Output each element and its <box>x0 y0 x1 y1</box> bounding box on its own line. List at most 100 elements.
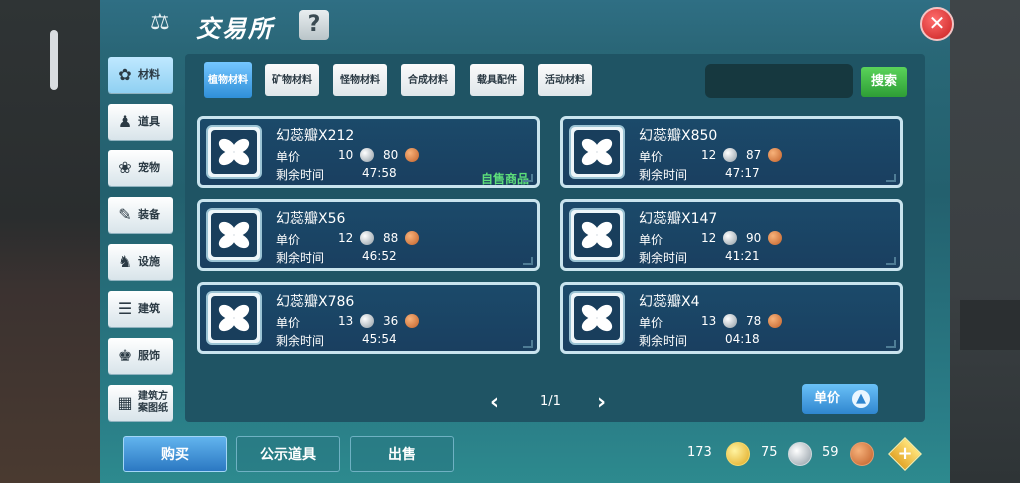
item-name: 幻蕊瓣X147 <box>639 211 718 227</box>
window-title: 交易所 <box>196 15 274 43</box>
subtab-2[interactable]: 怪物材料 <box>333 64 387 96</box>
price-label: 单价 <box>276 150 301 164</box>
price-copper: 80 <box>383 148 399 162</box>
time-left-value: 45:54 <box>362 332 397 346</box>
sidebar-item-6[interactable]: ♚ 服饰 <box>108 338 173 374</box>
time-left-label: 剩余时间 <box>276 334 325 348</box>
price-copper: 88 <box>383 231 399 245</box>
sort-arrow-icon: ▲ <box>852 390 870 408</box>
item-name: 幻蕊瓣X850 <box>639 128 718 144</box>
background-scroll-handle <box>50 30 58 90</box>
search-button[interactable]: 搜索 <box>861 67 907 97</box>
item-name: 幻蕊瓣X786 <box>276 294 355 310</box>
price-silver: 12 <box>701 231 717 245</box>
prev-page-button[interactable]: ‹ <box>490 390 499 415</box>
time-left-value: 04:18 <box>725 332 760 346</box>
sidebar-item-label: 装备 <box>138 208 160 221</box>
price-label: 单价 <box>639 316 664 330</box>
item-name: 幻蕊瓣X4 <box>639 294 700 310</box>
exchange-window: ⚖ 交易所 ? ✕ ✿ 材料 ♟ 道具 ❀ 宠物 ✎ 装备 ♞ 设施 ☰ 建筑 ♚ 服饰 ▦ 建筑方案图纸 植… <box>100 0 954 483</box>
background-block <box>960 300 1020 350</box>
listing-panel: 植物材料 矿物材料 怪物材料 合成材料 载具配件 活动材料 搜索 幻蕊瓣X212 单价 10 8… <box>185 54 925 422</box>
plus-icon: + <box>897 443 913 464</box>
subtab-1[interactable]: 矿物材料 <box>265 64 319 96</box>
price-label: 单价 <box>639 233 664 247</box>
sidebar-item-label: 服饰 <box>138 349 160 362</box>
buy-button[interactable]: 购买 <box>123 436 227 472</box>
corner-mark <box>886 257 896 265</box>
sidebar-item-1[interactable]: ♟ 道具 <box>108 104 173 140</box>
item-thumbnail <box>569 125 625 179</box>
equipment-icon: ✎ <box>118 205 132 224</box>
time-left-label: 剩余时间 <box>276 168 325 182</box>
next-page-button[interactable]: › <box>597 390 606 415</box>
silver-coin-icon <box>788 442 812 466</box>
subtab-5[interactable]: 活动材料 <box>538 64 592 96</box>
copper-coin-icon <box>768 231 782 245</box>
public-items-button[interactable]: 公示道具 <box>236 436 340 472</box>
sidebar-item-label: 设施 <box>138 255 160 268</box>
time-left-value: 47:58 <box>362 166 397 180</box>
search-input[interactable] <box>705 64 853 98</box>
scale-icon: ⚖ <box>150 10 170 35</box>
materials-icon: ✿ <box>118 65 132 84</box>
silver-coin-icon <box>360 231 374 245</box>
price-copper: 87 <box>746 148 762 162</box>
add-currency-button[interactable]: + <box>888 437 922 471</box>
sort-by-price-button[interactable]: 单价 ▲ <box>802 384 878 414</box>
game-background-right <box>950 0 1020 483</box>
potion-icon: ♟ <box>117 112 133 131</box>
listing-card[interactable]: 幻蕊瓣X56 单价 12 88 剩余时间 46:52 <box>197 199 540 271</box>
price-silver: 12 <box>701 148 717 162</box>
copper-coin-icon <box>405 314 419 328</box>
time-left-value: 46:52 <box>362 249 397 263</box>
subtab-0[interactable]: 植物材料 <box>204 62 252 98</box>
sidebar-item-7[interactable]: ▦ 建筑方案图纸 <box>108 385 173 421</box>
silver-coin-icon <box>723 231 737 245</box>
sidebar-item-2[interactable]: ❀ 宠物 <box>108 150 173 186</box>
sidebar-item-0[interactable]: ✿ 材料 <box>108 57 173 93</box>
sidebar-item-label: 建筑方案图纸 <box>138 391 168 414</box>
copper-coin-icon <box>768 148 782 162</box>
price-silver: 13 <box>701 314 717 328</box>
copper-coin-icon <box>405 231 419 245</box>
price-silver: 12 <box>338 231 354 245</box>
sidebar-item-label: 宠物 <box>138 161 160 174</box>
price-label: 单价 <box>276 316 301 330</box>
listing-card[interactable]: 幻蕊瓣X786 单价 13 36 剩余时间 45:54 <box>197 282 540 354</box>
price-copper: 90 <box>746 231 762 245</box>
silver-amount: 75 <box>761 445 778 460</box>
sidebar-item-4[interactable]: ♞ 设施 <box>108 244 173 280</box>
sidebar-item-5[interactable]: ☰ 建筑 <box>108 291 173 327</box>
silver-coin-icon <box>723 148 737 162</box>
subtab-4[interactable]: 载具配件 <box>470 64 524 96</box>
price-silver: 13 <box>338 314 354 328</box>
silver-coin-icon <box>723 314 737 328</box>
item-thumbnail <box>206 125 262 179</box>
listing-card[interactable]: 幻蕊瓣X4 单价 13 78 剩余时间 04:18 <box>560 282 903 354</box>
silver-coin-icon <box>360 148 374 162</box>
copper-amount: 59 <box>822 445 839 460</box>
listing-card[interactable]: 幻蕊瓣X212 单价 10 80 剩余时间 47:58 自售商品 <box>197 116 540 188</box>
listing-card[interactable]: 幻蕊瓣X147 单价 12 90 剩余时间 41:21 <box>560 199 903 271</box>
time-left-label: 剩余时间 <box>639 168 688 182</box>
subtab-3[interactable]: 合成材料 <box>401 64 455 96</box>
corner-mark <box>886 340 896 348</box>
sidebar-item-3[interactable]: ✎ 装备 <box>108 197 173 233</box>
sidebar-item-label: 建筑 <box>138 302 160 315</box>
copper-coin-icon <box>850 442 874 466</box>
sell-button[interactable]: 出售 <box>350 436 454 472</box>
item-thumbnail <box>569 291 625 345</box>
corner-mark <box>523 340 533 348</box>
help-button[interactable]: ? <box>299 10 329 40</box>
sort-label: 单价 <box>814 391 841 406</box>
title-bar: ⚖ 交易所 ? ✕ <box>100 0 954 50</box>
facility-icon: ♞ <box>117 252 133 271</box>
gold-coin-icon <box>726 442 750 466</box>
close-button[interactable]: ✕ <box>920 7 954 41</box>
listing-card[interactable]: 幻蕊瓣X850 单价 12 87 剩余时间 47:17 <box>560 116 903 188</box>
price-copper: 78 <box>746 314 762 328</box>
page-indicator: 1/1 <box>540 394 561 409</box>
corner-mark <box>886 174 896 182</box>
copper-coin-icon <box>768 314 782 328</box>
